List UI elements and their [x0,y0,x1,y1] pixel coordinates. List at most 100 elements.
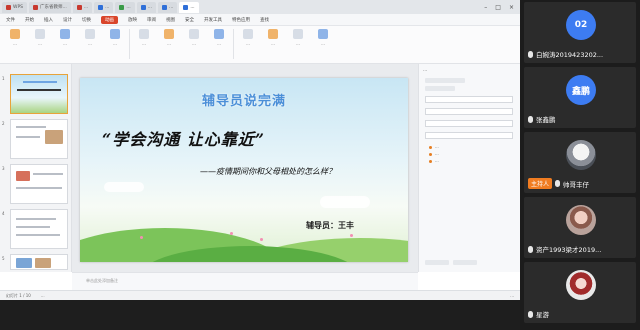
thumbnail-number: 4 [2,211,5,216]
menu-security[interactable]: 安全 [185,17,194,23]
menu-design[interactable]: 设计 [63,17,72,23]
current-slide[interactable]: 辅导员说完满 “学会沟通 让心靠近” ——疫情期间你和父母相处的怎么样？ 辅导员… [80,78,408,262]
doc-icon [162,4,168,10]
tool-button-6[interactable]: ... [158,29,180,46]
thumbnail-slide-4[interactable] [10,209,68,249]
tab-7[interactable]: ... [179,1,199,13]
menu-search[interactable]: 查找 [260,17,269,23]
notes-area[interactable]: 单击此处添加备注 [72,272,418,290]
effect-icon [139,29,149,39]
microphone-icon [528,245,533,253]
timing-icon [293,29,303,39]
menu-transition[interactable]: 切换 [82,17,91,23]
slide-subtitle[interactable]: ——疫情期间你和父母相处的怎么样？ [200,166,336,177]
pane-field[interactable] [425,132,513,139]
tool-button-8[interactable]: ... [208,29,230,46]
animation-item[interactable]: ... [435,151,439,156]
pane-button[interactable] [453,260,477,265]
maximize-icon[interactable]: □ [495,4,501,11]
slide-author[interactable]: 辅导员：王丰 [306,220,354,231]
tool-button-10[interactable]: ... [262,29,284,46]
thumbnail-image [16,171,30,181]
menu-file[interactable]: 文件 [6,17,15,23]
thumbnail-line [16,218,56,220]
menu-developer[interactable]: 开发工具 [204,17,222,23]
tab-1[interactable]: 广东省教师... [29,1,71,13]
thumbnail-slide-1[interactable] [10,74,68,114]
participant-tile[interactable]: 资产1993梁才2019... [524,197,636,258]
preview-icon [10,29,20,39]
participant-tile[interactable]: 星游 [524,262,636,323]
thumbnail-line [17,89,61,91]
tab-2[interactable]: ... [72,1,93,13]
participant-name: 星游 [536,311,549,319]
microphone-icon [555,180,561,187]
pane-row[interactable] [425,86,455,91]
animation-marker-icon [429,153,432,156]
thumbnail-line [16,234,60,236]
tool-button-11[interactable]: ... [287,29,309,46]
menu-insert[interactable]: 插入 [44,17,53,23]
tab-4[interactable]: ... [115,1,135,13]
tool-button-12[interactable]: ... [312,29,334,46]
slide-title[interactable]: “学会沟通 让心靠近” [102,126,265,150]
minimize-icon[interactable]: – [484,4,487,11]
animation-icon [85,29,95,39]
tool-button-2[interactable]: ... [54,29,76,46]
participant-tile[interactable]: 主持人 帅哥丰仔 [524,132,636,193]
menu-view[interactable]: 视图 [166,17,175,23]
zoom-level[interactable]: ... [510,293,514,298]
pane-field[interactable] [425,96,513,103]
tab-6[interactable]: ... [158,1,178,13]
thumbnail-image [16,258,32,268]
ribbon-toolbar: ... ... ... ... ... ... ... ... ... ... … [0,26,520,64]
tab-3[interactable]: ... [94,1,114,13]
toolbar-divider [233,29,234,59]
thumbnail-image [35,258,51,268]
tab-5[interactable]: ... [136,1,157,13]
tool-button-5[interactable]: ... [133,29,155,46]
participant-name-row: 资产1993梁才2019... [528,244,632,254]
tool-button-1[interactable]: ... [29,29,51,46]
close-icon[interactable]: × [509,4,514,11]
participant-tile[interactable]: 02 白婉涛2019423202... [524,2,636,63]
thumbnail-slide-5[interactable] [10,254,68,270]
doc-icon [140,4,146,10]
thumbnail-line [16,226,50,228]
animation-icon [35,29,45,39]
animation-task-pane: ... ... ... ... [418,64,520,272]
pane-button[interactable] [425,260,449,265]
microphone-icon [528,115,533,123]
thumbnail-slide-2[interactable] [10,119,68,159]
menu-animation[interactable]: 动画 [101,15,118,24]
tool-button-4[interactable]: ... [104,29,126,46]
tool-button-0[interactable]: ... [4,29,26,46]
flower-shape [350,234,353,237]
slide-heading[interactable]: 辅导员说完满 [80,90,408,109]
menu-review[interactable]: 审阅 [147,17,156,23]
menu-slideshow[interactable]: 放映 [128,17,137,23]
menu-home[interactable]: 开始 [25,17,34,23]
doc-icon [183,4,189,10]
avatar [566,270,596,300]
pane-field[interactable] [425,120,513,127]
animation-item[interactable]: ... [435,144,439,149]
tool-button-3[interactable]: ... [79,29,101,46]
microphone-icon [528,50,533,58]
pane-row[interactable] [425,78,465,83]
tab-0[interactable]: WPS [2,1,28,13]
pane-field[interactable] [425,108,513,115]
animation-item[interactable]: ... [435,158,439,163]
participant-tile[interactable]: 鑫鹏 张鑫鹏 [524,67,636,128]
tool-button-7[interactable]: ... [183,29,205,46]
notes-placeholder: 单击此处添加备注 [86,278,118,283]
ribbon-menu: 文件 开始 插入 设计 切换 动画 放映 审阅 视图 安全 开发工具 特色应用 … [0,14,520,26]
slide-canvas[interactable]: 辅导员说完满 “学会沟通 让心靠近” ——疫情期间你和父母相处的怎么样？ 辅导员… [72,64,418,272]
participant-name: 帅哥丰仔 [563,180,590,189]
tool-button-9[interactable]: ... [237,29,259,46]
thumbnail-slide-3[interactable] [10,164,68,204]
flower-shape [140,236,143,239]
avatar [566,205,596,235]
menu-features[interactable]: 特色应用 [232,17,250,23]
effect-icon [214,29,224,39]
